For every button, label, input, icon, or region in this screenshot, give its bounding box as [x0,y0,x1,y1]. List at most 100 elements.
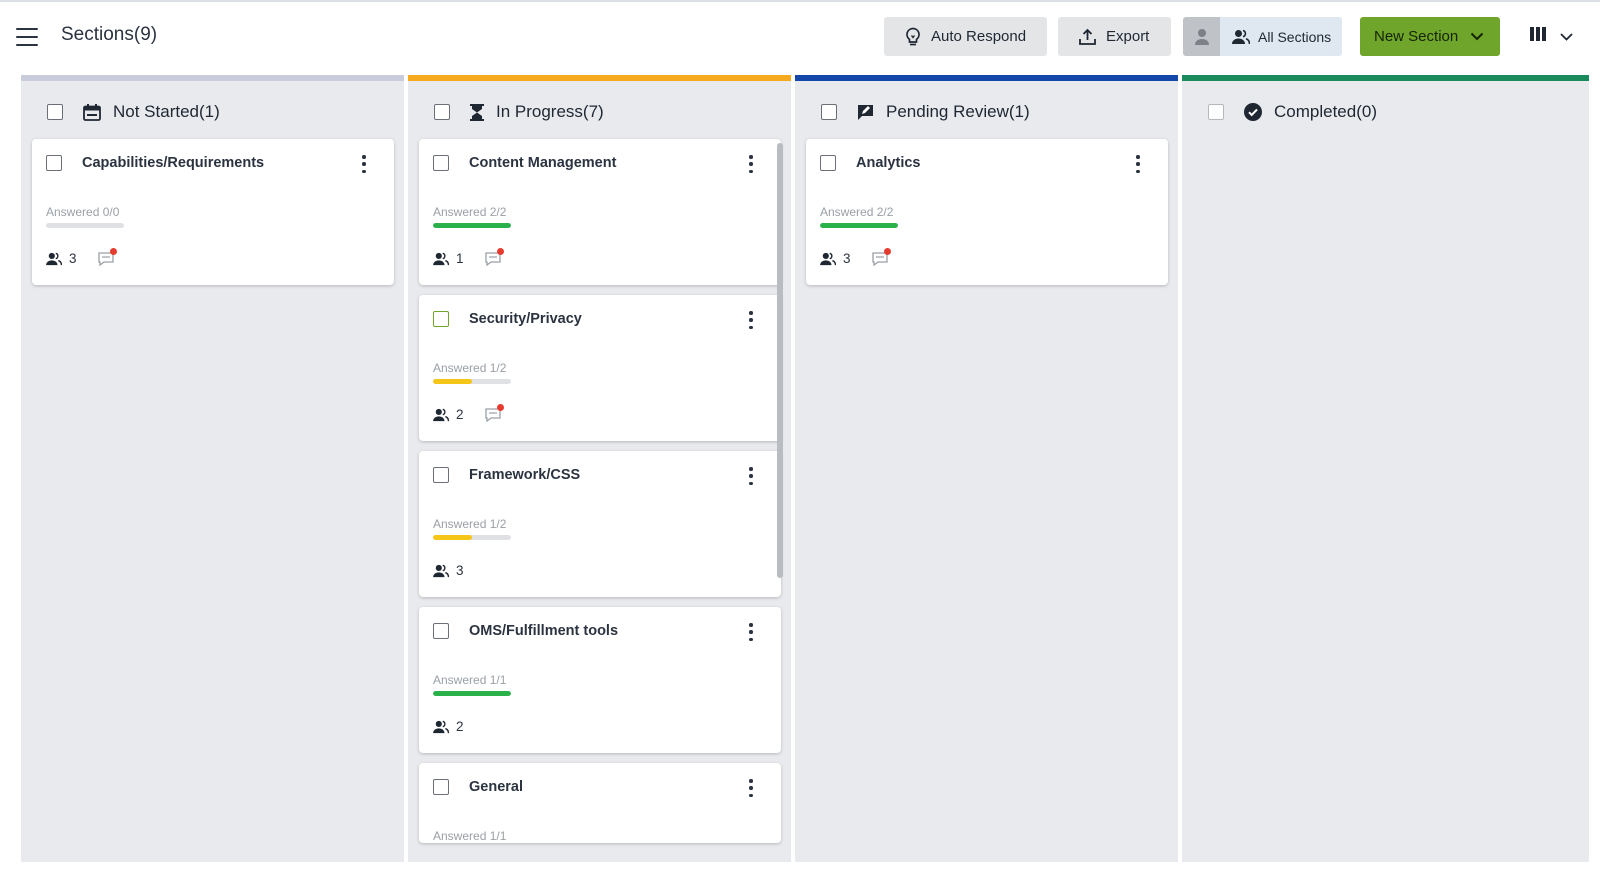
all-sections-filter[interactable]: All Sections [1183,17,1342,56]
export-button[interactable]: Export [1058,17,1171,56]
more-options-icon[interactable] [745,779,757,797]
comment-icon[interactable] [485,248,504,268]
card-select-checkbox[interactable] [46,155,62,171]
page-bottom [0,862,1600,870]
answered-count: Answered 2/2 [820,205,894,219]
scrollbar[interactable] [777,143,783,578]
comment-icon[interactable] [485,404,504,424]
top-bar: Sections(9) Auto Respond Export All Sect… [0,2,1600,72]
column-status-bar [795,75,1178,81]
column-header: Pending Review(1) [795,93,1178,131]
assignee-number: 3 [456,563,464,578]
card-select-checkbox[interactable] [433,311,449,327]
column-status-bar [408,75,791,81]
progress-bar [433,223,511,228]
section-card[interactable]: General Answered 1/1 [419,763,781,843]
column-select-checkbox[interactable] [434,104,450,120]
check-circle-icon [1244,103,1262,121]
auto-respond-label: Auto Respond [931,28,1027,45]
answered-count: Answered 1/1 [433,673,507,687]
upload-icon [1078,28,1097,46]
columns-icon [1530,27,1546,46]
assignee-count: 3 [46,251,77,266]
comment-icon[interactable] [98,248,117,268]
assignee-count: 2 [433,407,464,422]
more-options-icon[interactable] [1132,155,1144,173]
section-card[interactable]: Capabilities/Requirements Answered 0/0 3 [32,139,394,285]
hourglass-icon [470,103,484,121]
column-status-bar [21,75,404,81]
card-select-checkbox[interactable] [433,155,449,171]
menu-icon[interactable] [16,28,38,46]
board-view-toggle[interactable] [1530,27,1573,46]
export-label: Export [1106,28,1150,45]
answered-count: Answered 1/2 [433,517,507,531]
more-options-icon[interactable] [745,155,757,173]
column-title: In Progress(7) [496,102,604,121]
column-title: Not Started(1) [113,102,220,121]
card-title: Content Management [469,155,617,171]
chevron-down-icon[interactable] [1560,32,1573,41]
answered-count: Answered 0/0 [46,205,120,219]
card-title: OMS/Fulfillment tools [469,623,619,639]
all-sections-button[interactable]: All Sections [1220,17,1342,56]
answered-count: Answered 1/2 [433,361,507,375]
section-card[interactable]: OMS/Fulfillment tools Answered 1/1 2 [419,607,781,753]
column-select-checkbox[interactable] [821,104,837,120]
assignee-number: 3 [69,251,77,266]
section-card[interactable]: Content Management Answered 2/2 1 [419,139,781,285]
unread-dot [884,248,891,255]
section-card[interactable]: Analytics Answered 2/2 3 [806,139,1168,285]
more-options-icon[interactable] [745,467,757,485]
users-icon [433,564,449,578]
card-title: General [469,779,523,795]
column-select-checkbox[interactable] [47,104,63,120]
users-icon [433,252,449,266]
avatar[interactable] [1183,17,1220,56]
card-title: Framework/CSS [469,467,581,483]
more-options-icon[interactable] [745,623,757,641]
lightbulb-icon [904,27,922,47]
card-title: Analytics [856,155,921,171]
calendar-icon [83,103,101,121]
card-select-checkbox[interactable] [433,623,449,639]
users-icon [433,720,449,734]
auto-respond-button[interactable]: Auto Respond [884,17,1047,56]
all-sections-label: All Sections [1258,28,1332,45]
assignee-count: 3 [820,251,851,266]
card-select-checkbox[interactable] [433,467,449,483]
comment-icon[interactable] [872,248,891,268]
card-select-checkbox[interactable] [433,779,449,795]
new-section-button[interactable]: New Section [1360,17,1500,56]
more-options-icon[interactable] [745,311,757,329]
assignee-count: 1 [433,251,464,266]
section-card[interactable]: Framework/CSS Answered 1/2 3 [419,451,781,597]
card-select-checkbox[interactable] [820,155,836,171]
assignee-number: 2 [456,407,464,422]
users-icon [1232,29,1250,45]
column-status-bar [1182,75,1589,81]
new-section-label: New Section [1374,28,1459,45]
section-card[interactable]: Security/Privacy Answered 1/2 2 [419,295,781,441]
users-icon [46,252,62,266]
progress-bar [46,223,124,228]
progress-bar [433,691,511,696]
unread-dot [110,248,117,255]
column-header: In Progress(7) [408,93,791,131]
review-icon [857,104,874,121]
column-title: Completed(0) [1274,102,1377,121]
card-list: Analytics Answered 2/2 3 [806,139,1168,295]
assignee-number: 2 [456,719,464,734]
column-completed: Completed(0) [1182,75,1589,870]
column-title: Pending Review(1) [886,102,1030,121]
progress-bar [820,223,898,228]
chevron-down-icon[interactable] [1470,32,1484,41]
column-select-checkbox[interactable] [1208,104,1224,120]
progress-bar [433,535,511,540]
card-list: Content Management Answered 2/2 1 Securi… [419,139,781,853]
answered-count: Answered 1/1 [433,829,507,843]
more-options-icon[interactable] [358,155,370,173]
page-title: Sections(9) [61,24,158,45]
assignee-number: 1 [456,251,464,266]
column-pending-review: Pending Review(1) Analytics Answered 2/2… [795,75,1178,870]
